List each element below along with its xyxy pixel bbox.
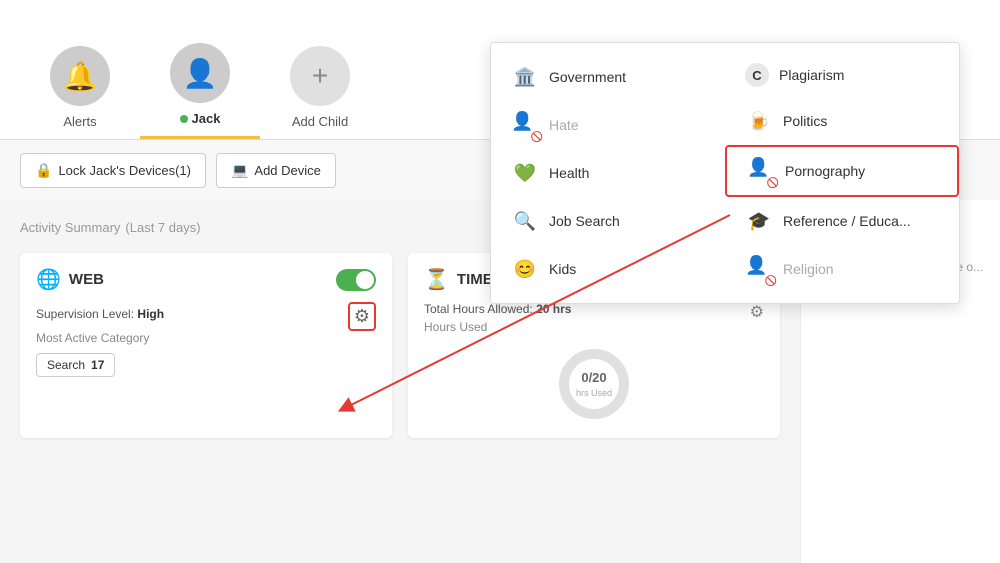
lock-icon: 🔒 xyxy=(35,162,52,179)
online-dot xyxy=(180,115,188,123)
bell-icon: 🔔 xyxy=(63,60,98,93)
dropdown-right-col: C Plagiarism 🍺 Politics 👤 Pornography 🎓 … xyxy=(725,53,959,293)
add-child-avatar: + xyxy=(290,46,350,106)
web-toggle[interactable] xyxy=(336,269,376,291)
job-search-icon: 🔍 xyxy=(511,207,539,235)
nav-item-jack[interactable]: 👤 Jack xyxy=(140,33,260,139)
dropdown-left-col: 🏛️ Government 👤 Hate 💚 Health 🔍 Job Sear… xyxy=(491,53,725,293)
jack-avatar: 👤 xyxy=(170,43,230,103)
dropdown-item-reference[interactable]: 🎓 Reference / Educa... xyxy=(725,197,959,245)
person-icon: 👤 xyxy=(183,57,218,90)
donut-chart: 0/20 hrs Used xyxy=(554,344,634,424)
time-icon: ⏳ xyxy=(424,267,449,292)
reference-icon: 🎓 xyxy=(745,207,773,235)
web-card-title: 🌐 WEB xyxy=(36,267,104,292)
device-icon: 💻 xyxy=(231,162,248,179)
nav-item-alerts[interactable]: 🔔 Alerts xyxy=(20,36,140,139)
alerts-avatar: 🔔 xyxy=(50,46,110,106)
dropdown-item-kids[interactable]: 😊 Kids xyxy=(491,245,725,293)
jack-label: Jack xyxy=(180,111,221,126)
svg-text:0/20: 0/20 xyxy=(581,370,606,385)
dropdown-item-hate[interactable]: 👤 Hate xyxy=(491,101,725,149)
religion-icon: 👤 xyxy=(745,255,773,283)
web-settings-gear[interactable]: ⚙ xyxy=(348,302,376,331)
kids-icon: 😊 xyxy=(511,255,539,283)
nav-item-add-child[interactable]: + Add Child xyxy=(260,36,380,139)
time-card-title: ⏳ TIME xyxy=(424,267,493,292)
dropdown-item-pornography[interactable]: 👤 Pornography xyxy=(725,145,959,197)
add-device-button[interactable]: 💻 Add Device xyxy=(216,153,336,188)
dropdown-item-job-search[interactable]: 🔍 Job Search xyxy=(491,197,725,245)
health-icon: 💚 xyxy=(511,159,539,187)
category-dropdown: 🏛️ Government 👤 Hate 💚 Health 🔍 Job Sear… xyxy=(490,42,960,304)
web-icon: 🌐 xyxy=(36,267,61,292)
pornography-icon: 👤 xyxy=(747,157,775,185)
plagiarism-icon: C xyxy=(745,63,769,87)
most-active-label: Most Active Category xyxy=(36,331,376,345)
hate-icon: 👤 xyxy=(511,111,539,139)
alerts-label: Alerts xyxy=(63,114,96,129)
plus-icon: + xyxy=(312,60,328,92)
donut-area: 0/20 hrs Used xyxy=(424,344,764,424)
lock-button[interactable]: 🔒 Lock Jack's Devices(1) xyxy=(20,153,206,188)
dropdown-item-politics[interactable]: 🍺 Politics xyxy=(725,97,959,145)
search-badge[interactable]: Search 17 xyxy=(36,353,115,377)
dropdown-item-religion[interactable]: 👤 Religion xyxy=(725,245,959,293)
add-child-label: Add Child xyxy=(292,114,348,129)
dropdown-item-health[interactable]: 💚 Health xyxy=(491,149,725,197)
dropdown-grid: 🏛️ Government 👤 Hate 💚 Health 🔍 Job Sear… xyxy=(491,53,959,293)
politics-icon: 🍺 xyxy=(745,107,773,135)
time-info: Total Hours Allowed: 20 hrs ⚙ xyxy=(424,302,764,316)
web-card: 🌐 WEB Supervision Level: High ⚙ Most Act… xyxy=(20,253,392,438)
web-card-header: 🌐 WEB xyxy=(36,267,376,292)
hours-used-label: Hours Used xyxy=(424,320,764,334)
government-icon: 🏛️ xyxy=(511,63,539,91)
svg-text:hrs Used: hrs Used xyxy=(576,388,612,398)
time-settings-gear[interactable]: ⚙ xyxy=(750,302,764,322)
dropdown-item-government[interactable]: 🏛️ Government xyxy=(491,53,725,101)
supervision-line: Supervision Level: High xyxy=(36,307,164,321)
dropdown-item-plagiarism[interactable]: C Plagiarism xyxy=(725,53,959,97)
